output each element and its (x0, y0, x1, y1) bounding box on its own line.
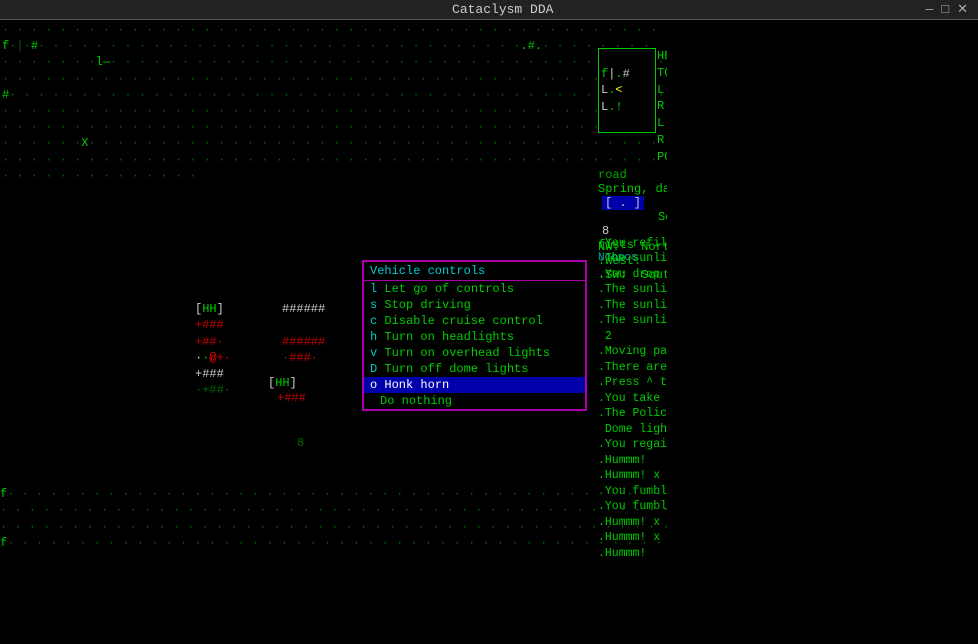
rleg-row: R LEG ||||| {km/h 0> 0} (657, 132, 667, 149)
larm-row: L ARM ||||| Thirsty E\..F (657, 82, 667, 99)
player-char-display: f|.# L.< L.! (598, 48, 656, 133)
head-label: HEAD (657, 48, 667, 65)
titlebar: Cataclysm DDA — □ ✕ (0, 0, 978, 20)
time-display: [ . ] (602, 196, 644, 210)
menu-item-stop-driving[interactable]: s Stop driving (364, 297, 585, 313)
menu-item-overhead-lights[interactable]: v Turn on overhead lights (364, 345, 585, 361)
menu-item-disable-cruise[interactable]: c Disable cruise control (364, 313, 585, 329)
minimize-button[interactable]: — (925, 2, 933, 17)
maximize-button[interactable]: □ (941, 2, 949, 17)
vehicle-controls-dialog: Vehicle controls l Let go of controls s … (362, 260, 587, 411)
lleg-label: L LEG (657, 115, 667, 132)
map-content: · · · · · · · · · · · · · · · · · · · · … (0, 20, 667, 283)
lleg-row: L LEG ||||| Focus 96 SAFE (657, 115, 667, 132)
game-map: · · · · · · · · · · · · · · · · · · · · … (0, 20, 667, 644)
menu-item-let-go[interactable]: l Let go of controls (364, 281, 585, 297)
game-log: .You refill Police Car's fuel tank. .The… (598, 220, 667, 644)
larm-label: L ARM (657, 82, 667, 99)
menu-item-do-nothing[interactable]: Do nothing (364, 393, 585, 409)
vehicle-dialog-title: Vehicle controls (364, 262, 585, 281)
power-row: POWER — Comfortable (657, 149, 667, 166)
torso-label: TORSO (657, 65, 667, 82)
rarm-row: R ARM ||||| (657, 98, 667, 115)
bodyparts-panel: HEAD ||||| :| TORSO ||||| L ARM ||||| Th… (657, 48, 667, 182)
torso-row: TORSO ||||| (657, 65, 667, 82)
head-row: HEAD ||||| :| (657, 48, 667, 65)
map-lower: f· · · · · · · · · · · · · · · · · · · ·… (0, 470, 667, 567)
menu-item-honk-horn[interactable]: o Honk horn (364, 377, 585, 393)
menu-item-dome-lights[interactable]: D Turn off dome lights (364, 361, 585, 377)
window-controls[interactable]: — □ ✕ (925, 2, 978, 17)
power-label: POWER (657, 149, 667, 166)
menu-item-headlights[interactable]: h Turn on headlights (364, 329, 585, 345)
rarm-label: R ARM (657, 98, 667, 115)
close-button[interactable]: ✕ (957, 2, 968, 17)
window-title: Cataclysm DDA (80, 2, 925, 17)
weather-row: Sunny (657, 166, 667, 183)
main-area: · · · · · · · · · · · · · · · · · · · · … (0, 20, 978, 644)
rleg-label: R LEG (657, 132, 667, 149)
